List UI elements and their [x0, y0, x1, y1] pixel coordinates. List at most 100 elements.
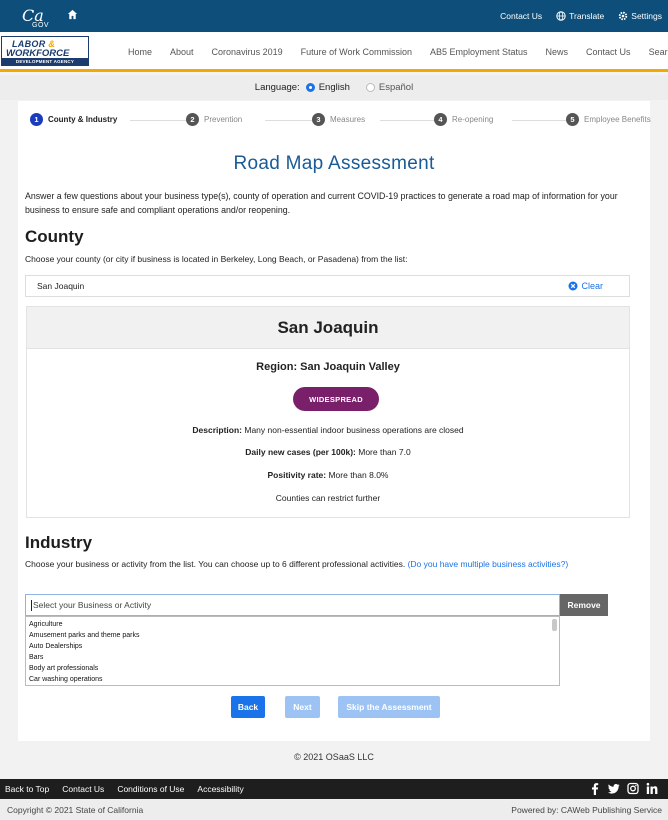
nav-coronavirus[interactable]: Coronavirus 2019 — [212, 47, 283, 57]
county-value: San Joaquin — [37, 281, 85, 291]
industry-placeholder: Select your Business or Activity — [33, 600, 152, 610]
step-label: Employee Benefits — [584, 115, 651, 124]
radio-spanish[interactable] — [365, 83, 375, 92]
page-title: Road Map Assessment — [233, 153, 435, 174]
step-reopening[interactable]: 4 Re-opening — [434, 113, 493, 126]
step-label: County & Industry — [48, 115, 118, 124]
utility-bar: Ca GOV Contact Us Translate Settings — [0, 0, 668, 32]
step-divider — [265, 120, 317, 121]
step-measures[interactable]: 3 Measures — [312, 113, 365, 126]
industry-heading: Industry — [25, 533, 93, 552]
footer-conditions[interactable]: Conditions of Use — [117, 784, 184, 794]
dropdown-option[interactable]: Body art professionals — [29, 663, 559, 674]
step-number: 2 — [186, 113, 199, 126]
step-number: 4 — [434, 113, 447, 126]
logo-line3: DEVELOPMENT AGENCY — [2, 58, 88, 65]
state-copyright: Copyright © 2021 State of California — [7, 805, 144, 815]
home-icon[interactable] — [67, 9, 78, 20]
clear-circle-icon — [568, 281, 578, 291]
county-instructions: Choose your county (or city if business … — [25, 254, 408, 264]
region-label: Region: San Joaquin Valley — [256, 361, 400, 373]
next-button[interactable]: Next — [285, 696, 320, 718]
industry-search-input[interactable]: Select your Business or Activity — [25, 594, 560, 616]
language-option-spanish[interactable]: Español — [365, 82, 414, 93]
site-header: LABOR & WORKFORCE DEVELOPMENT AGENCY Hom… — [0, 32, 668, 72]
settings-label: Settings — [631, 11, 662, 21]
multiple-activities-link[interactable]: (Do you have multiple business activitie… — [408, 559, 569, 569]
step-employee-benefits[interactable]: 5 Employee Benefits — [566, 113, 651, 126]
instagram-icon[interactable] — [627, 782, 639, 795]
spanish-label: Español — [378, 82, 414, 93]
linkedin-icon[interactable] — [646, 782, 658, 795]
tier-badge: WIDESPREAD — [293, 387, 379, 411]
social-links — [589, 782, 658, 795]
language-bar: Language: English Español — [0, 75, 668, 100]
util-contact-link[interactable]: Contact Us — [500, 11, 542, 21]
dropdown-option[interactable]: Amusement parks and theme parks — [29, 630, 559, 641]
clear-button[interactable]: Clear — [568, 276, 603, 296]
dropdown-option[interactable]: Bars — [29, 652, 559, 663]
english-label: English — [318, 82, 350, 93]
step-number: 3 — [312, 113, 325, 126]
globe-icon — [556, 11, 566, 21]
industry-instructions: Choose your business or activity from th… — [25, 559, 569, 569]
footer-contact[interactable]: Contact Us — [62, 784, 104, 794]
industry-dropdown-list[interactable]: Agriculture Amusement parks and theme pa… — [25, 616, 560, 686]
main-nav: Home About Coronavirus 2019 Future of Wo… — [128, 32, 668, 72]
county-heading: County — [25, 227, 84, 246]
step-number: 5 — [566, 113, 579, 126]
skip-assessment-button[interactable]: Skip the Assessment — [338, 696, 440, 718]
language-option-english[interactable]: English — [305, 82, 350, 93]
step-number: 1 — [30, 113, 43, 126]
translate-button[interactable]: Translate — [556, 11, 604, 21]
back-button[interactable]: Back — [231, 696, 265, 718]
remove-button[interactable]: Remove — [560, 594, 608, 616]
nav-about[interactable]: About — [170, 47, 194, 57]
dropdown-scrollbar[interactable] — [552, 619, 557, 683]
navigation-buttons: Back Next Skip the Assessment — [18, 696, 650, 718]
language-label: Language: — [254, 82, 300, 93]
step-county-industry[interactable]: 1 County & Industry — [30, 113, 117, 126]
footer-back-to-top[interactable]: Back to Top — [5, 784, 49, 794]
dropdown-option[interactable]: Car washing operations — [29, 674, 559, 685]
agency-logo[interactable]: LABOR & WORKFORCE DEVELOPMENT AGENCY — [1, 36, 89, 66]
util-contact-label: Contact Us — [500, 11, 543, 21]
facebook-icon[interactable] — [589, 782, 601, 795]
nav-ab5[interactable]: AB5 Employment Status — [430, 47, 528, 57]
progress-steps: 1 County & Industry 2 Prevention 3 Measu… — [30, 113, 651, 127]
footer-bar: Back to Top Contact Us Conditions of Use… — [0, 779, 668, 799]
cases-row: Daily new cases (per 100k): More than 7.… — [245, 447, 411, 457]
nav-news[interactable]: News — [546, 47, 569, 57]
county-panel-title: San Joaquin — [27, 307, 629, 349]
footer-accessibility[interactable]: Accessibility — [197, 784, 243, 794]
clear-label: Clear — [581, 281, 603, 291]
description-row: Description: Many non-essential indoor b… — [192, 425, 464, 435]
step-label: Re-opening — [452, 115, 494, 124]
powered-by: Powered by: CAWeb Publishing Service — [511, 805, 662, 815]
step-divider — [130, 120, 190, 121]
gear-icon — [619, 11, 628, 21]
ca-gov-logo[interactable]: Ca GOV — [22, 5, 52, 29]
step-prevention[interactable]: 2 Prevention — [186, 113, 242, 126]
nav-contact[interactable]: Contact Us — [586, 47, 631, 57]
twitter-icon[interactable] — [608, 782, 620, 795]
bottom-bar: Copyright © 2021 State of California Pow… — [0, 799, 668, 820]
scrollbar-thumb[interactable] — [552, 619, 557, 631]
county-select[interactable]: San Joaquin Clear — [25, 275, 630, 297]
translate-label: Translate — [569, 11, 605, 21]
nav-future-of-work[interactable]: Future of Work Commission — [301, 47, 412, 57]
dropdown-option[interactable]: Agriculture — [29, 619, 559, 630]
nav-home[interactable]: Home — [128, 47, 152, 57]
nav-search[interactable]: Search — [649, 47, 668, 57]
assessment-card: 1 County & Industry 2 Prevention 3 Measu… — [18, 101, 651, 741]
county-info-panel: San Joaquin Region: San Joaquin Valley W… — [26, 306, 630, 518]
restrict-note: Counties can restrict further — [275, 493, 381, 503]
intro-text: Answer a few questions about your busine… — [25, 191, 618, 215]
osaas-copyright: © 2021 OSaaS LLC — [294, 752, 374, 762]
text-cursor — [31, 599, 32, 611]
step-label: Prevention — [204, 115, 243, 124]
positivity-row: Positivity rate: More than 8.0% — [267, 470, 389, 480]
dropdown-option[interactable]: Auto Dealerships — [29, 641, 559, 652]
radio-english[interactable] — [305, 83, 315, 92]
settings-button[interactable]: Settings — [618, 11, 662, 21]
